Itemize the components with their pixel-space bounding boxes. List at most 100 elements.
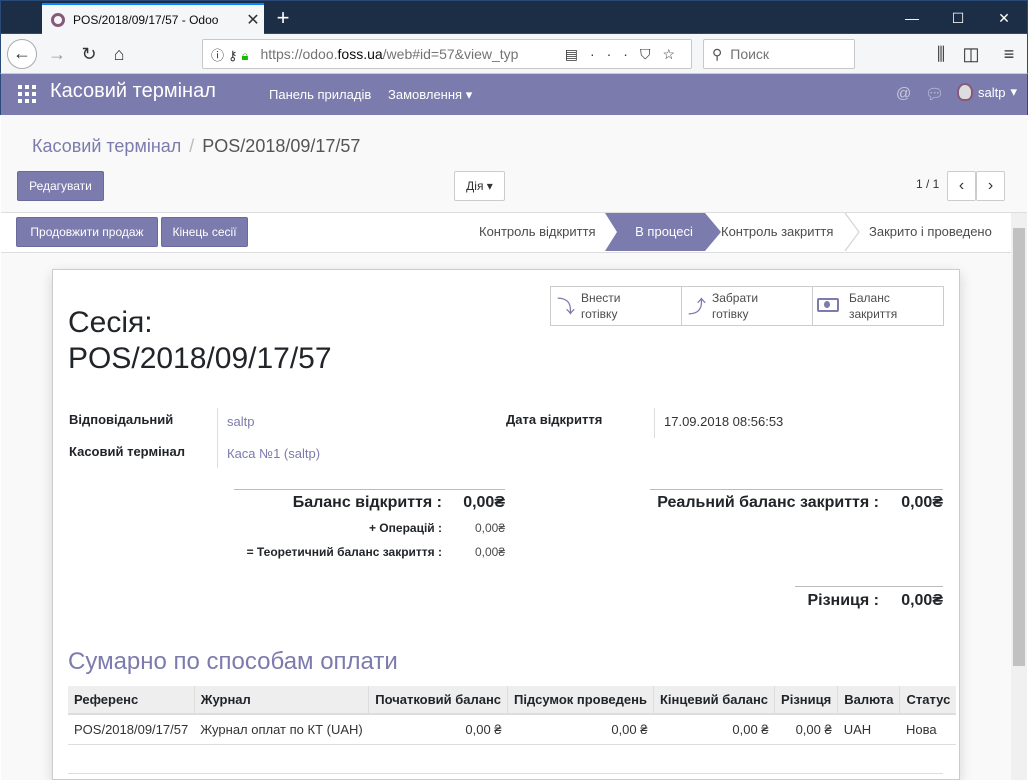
column-header-closing-balance[interactable]: Кінцевий баланс <box>652 686 775 715</box>
close-window-icon[interactable]: ✕ <box>981 1 1027 35</box>
mention-icon[interactable]: @ <box>896 85 911 102</box>
payments-section-title: Сумарно по способам оплати <box>68 648 398 675</box>
search-icon: ⚲ <box>712 45 723 62</box>
closing-balance-button[interactable]: Баланс закриття <box>812 286 944 326</box>
breadcrumb-parent[interactable]: Касовий термінал <box>32 136 181 156</box>
column-header-difference[interactable]: Різниця <box>774 686 838 715</box>
pager-value[interactable]: 1 / 1 <box>916 177 939 191</box>
cell-difference: 0,00 ₴ <box>774 714 838 745</box>
edit-button[interactable]: Редагувати <box>17 171 104 201</box>
balance-divider <box>234 489 505 490</box>
url-text[interactable]: https://odoo.foss.ua/web#id=57&view_typ <box>260 46 564 62</box>
breadcrumb-current: POS/2018/09/17/57 <box>202 136 361 156</box>
payments-table: Референс Журнал Початковий баланс Підсум… <box>68 686 957 745</box>
cell-journal: Журнал оплат по КТ (UAH) <box>194 714 369 745</box>
browser-titlebar: POS/2018/09/17/57 - Odoo ✕ + — ☐ ✕ <box>0 0 1028 35</box>
opened-date-value: 17.09.2018 08:56:53 <box>664 414 784 429</box>
chat-icon[interactable]: 💬︎ <box>925 85 944 103</box>
continue-sale-button[interactable]: Продовжити продаж <box>16 217 158 247</box>
sidebar-icon[interactable]: ◫ <box>956 39 986 69</box>
level-down-icon: ⤵ <box>557 297 575 317</box>
cell-status: Нова <box>899 714 957 745</box>
responsible-label: Відповідальний <box>69 412 174 427</box>
close-tab-icon[interactable]: ✕ <box>242 10 264 30</box>
cash-in-button[interactable]: ⤵ Внести готівку <box>550 286 682 326</box>
user-name: saltp <box>978 84 1006 100</box>
avatar <box>957 83 973 101</box>
action-dropdown[interactable]: Дія ▾ <box>454 171 505 201</box>
page-actions-icons[interactable]: ▤···⛉☆ <box>565 46 691 63</box>
difference-label: Різниця : <box>807 592 879 609</box>
level-up-icon: ⤴ <box>688 297 706 317</box>
table-footer-divider <box>68 773 943 774</box>
maximize-window-icon[interactable]: ☐ <box>935 1 981 35</box>
column-header-opening-balance[interactable]: Початковий баланс <box>368 686 508 715</box>
opening-balance-value: 0,00₴ <box>463 494 505 511</box>
column-header-journal[interactable]: Журнал <box>193 686 369 715</box>
terminal-value[interactable]: Каса №1 (saltp) <box>227 446 320 461</box>
browser-navbar: ← → ↻ ⌂ ⓘ⚷🔒︎ https://odoo.foss.ua/web#id… <box>0 34 1028 74</box>
end-session-button[interactable]: Кінець сесії <box>161 217 248 247</box>
pager-previous-icon[interactable]: ‹ <box>947 171 976 201</box>
control-panel: Касовий термінал / POS/2018/09/17/57 Редаг… <box>1 115 1027 213</box>
terminal-label: Касовий термінал <box>69 444 186 459</box>
caret-down-icon: ▾ <box>1010 84 1017 99</box>
money-icon <box>813 296 843 317</box>
difference-value: 0,00₴ <box>901 592 943 609</box>
url-bar[interactable]: ⓘ⚷🔒︎ https://odoo.foss.ua/web#id=57&view… <box>202 39 692 69</box>
cell-reference: POS/2018/09/17/57 <box>68 714 195 745</box>
session-title: Сесія: POS/2018/09/17/57 <box>68 306 332 375</box>
hamburger-menu-icon[interactable]: ≡ <box>994 39 1024 69</box>
cell-transactions-total: 0,00 ₴ <box>507 714 654 745</box>
back-arrow-icon[interactable]: ← <box>7 39 37 69</box>
lock-icon: 🔒︎ <box>241 47 253 63</box>
column-header-status[interactable]: Статус <box>899 686 957 715</box>
search-placeholder: Поиск <box>730 46 770 62</box>
form-statusbar: Продовжити продаж Кінець сесії Контроль … <box>1 213 1011 253</box>
cash-out-button[interactable]: ⤴ Забрати готівку <box>681 286 813 326</box>
apps-grid-icon[interactable] <box>18 85 36 103</box>
stage-separator-icon <box>701 213 721 251</box>
odoo-favicon-icon <box>51 13 65 27</box>
site-info-icon[interactable]: ⓘ⚷🔒︎ <box>211 45 252 64</box>
user-menu[interactable]: saltp ▾ <box>957 83 1017 101</box>
column-header-reference[interactable]: Референс <box>68 686 195 715</box>
operations-label: + Операцій : <box>368 521 442 535</box>
column-header-currency[interactable]: Валюта <box>837 686 900 715</box>
balance-divider <box>650 489 943 490</box>
odoo-main-navbar: Касовий термінал Панель приладів Замовле… <box>0 74 1028 115</box>
forward-arrow-icon[interactable]: → <box>42 39 72 69</box>
stage-opening-control[interactable]: Контроль відкриття <box>471 213 611 251</box>
menu-dashboard[interactable]: Панель приладів <box>269 87 371 102</box>
field-separator <box>217 408 218 468</box>
reload-icon[interactable]: ↻ <box>74 39 104 69</box>
caret-down-icon: ▾ <box>486 179 493 193</box>
breadcrumb: Касовий термінал / POS/2018/09/17/57 <box>32 136 360 157</box>
app-title[interactable]: Касовий термінал <box>50 80 216 103</box>
menu-orders[interactable]: Замовлення ▾ <box>388 87 472 103</box>
tab-title: POS/2018/09/17/57 - Odoo <box>73 13 219 27</box>
theoretical-balance-label: = Теоретичний баланс закриття : <box>246 545 442 559</box>
table-row[interactable]: POS/2018/09/17/57 Журнал оплат по КТ (UA… <box>68 714 957 745</box>
scrollbar-thumb[interactable] <box>1013 228 1025 666</box>
real-closing-balance-value: 0,00₴ <box>901 494 943 511</box>
responsible-value[interactable]: saltp <box>227 414 254 429</box>
column-header-transactions-total[interactable]: Підсумок проведень <box>507 686 654 715</box>
browser-tab[interactable]: POS/2018/09/17/57 - Odoo ✕ <box>42 3 264 35</box>
stage-separator-icon <box>844 213 860 251</box>
search-bar[interactable]: ⚲ Поиск <box>703 39 855 69</box>
new-tab-icon[interactable]: + <box>269 5 297 31</box>
home-icon[interactable]: ⌂ <box>104 39 134 69</box>
difference-divider <box>795 586 943 587</box>
stage-closed[interactable]: Закрито і проведено <box>869 213 1011 251</box>
stage-in-progress[interactable]: В процесі <box>617 213 711 251</box>
theoretical-balance-value: 0,00₴ <box>474 545 505 559</box>
caret-down-icon: ▾ <box>465 87 473 102</box>
opening-balance-label: Баланс відкриття : <box>292 494 442 511</box>
opened-date-label: Дата відкриття <box>506 412 603 427</box>
minimize-window-icon[interactable]: — <box>889 1 935 35</box>
stage-closing-control[interactable]: Контроль закриття <box>721 213 851 251</box>
pager-next-icon[interactable]: › <box>976 171 1005 201</box>
real-closing-balance-label: Реальний баланс закриття : <box>657 494 879 511</box>
library-icon[interactable]: ⫼ <box>926 39 956 69</box>
